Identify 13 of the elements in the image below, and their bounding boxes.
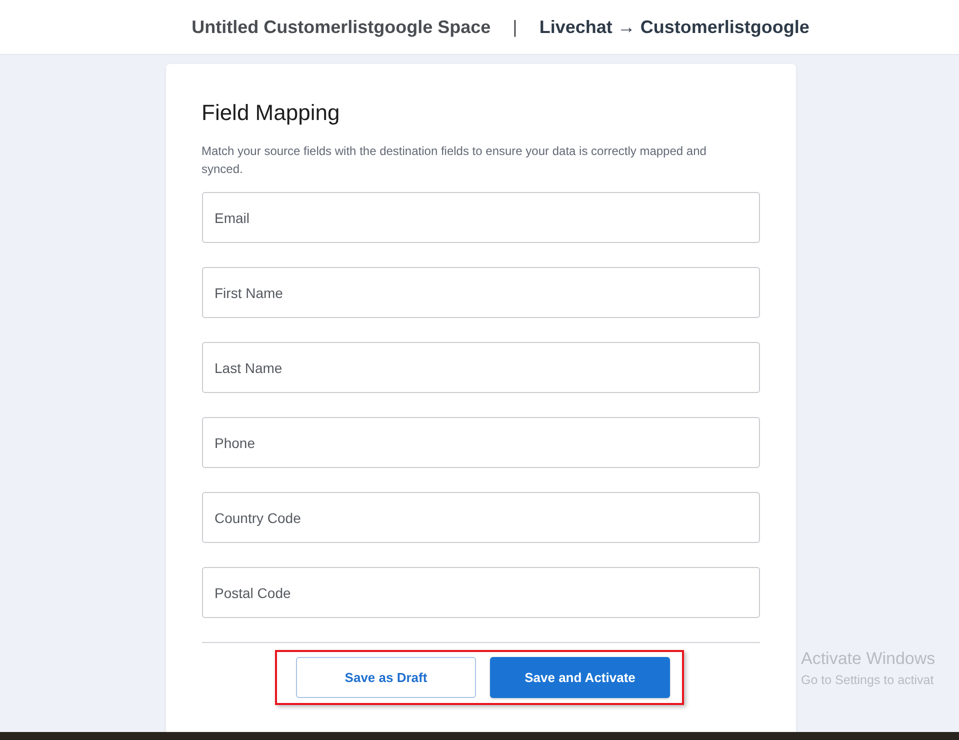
space-title: Untitled Customerlistgoogle Space bbox=[192, 16, 491, 38]
input-field[interactable]: Country Code bbox=[202, 492, 760, 543]
input-field[interactable]: Phone bbox=[202, 417, 760, 468]
input-field[interactable]: Last Name bbox=[202, 342, 760, 393]
card-description: Match your source fields with the destination fields to ensure your data is correctly mapped and synced. bbox=[202, 143, 708, 178]
input-field[interactable]: Postal Code bbox=[202, 567, 760, 618]
activate-button[interactable]: Save and Activate bbox=[490, 657, 670, 698]
draft-button[interactable]: Save as Draft bbox=[296, 657, 476, 698]
input-field[interactable]: Email bbox=[202, 192, 760, 243]
input-field[interactable]: First Name bbox=[202, 267, 760, 318]
separator-text: | bbox=[512, 16, 518, 38]
card-title: Field Mapping bbox=[202, 100, 341, 126]
flow-title: Livechat → Customerlistgoogle bbox=[539, 16, 810, 38]
